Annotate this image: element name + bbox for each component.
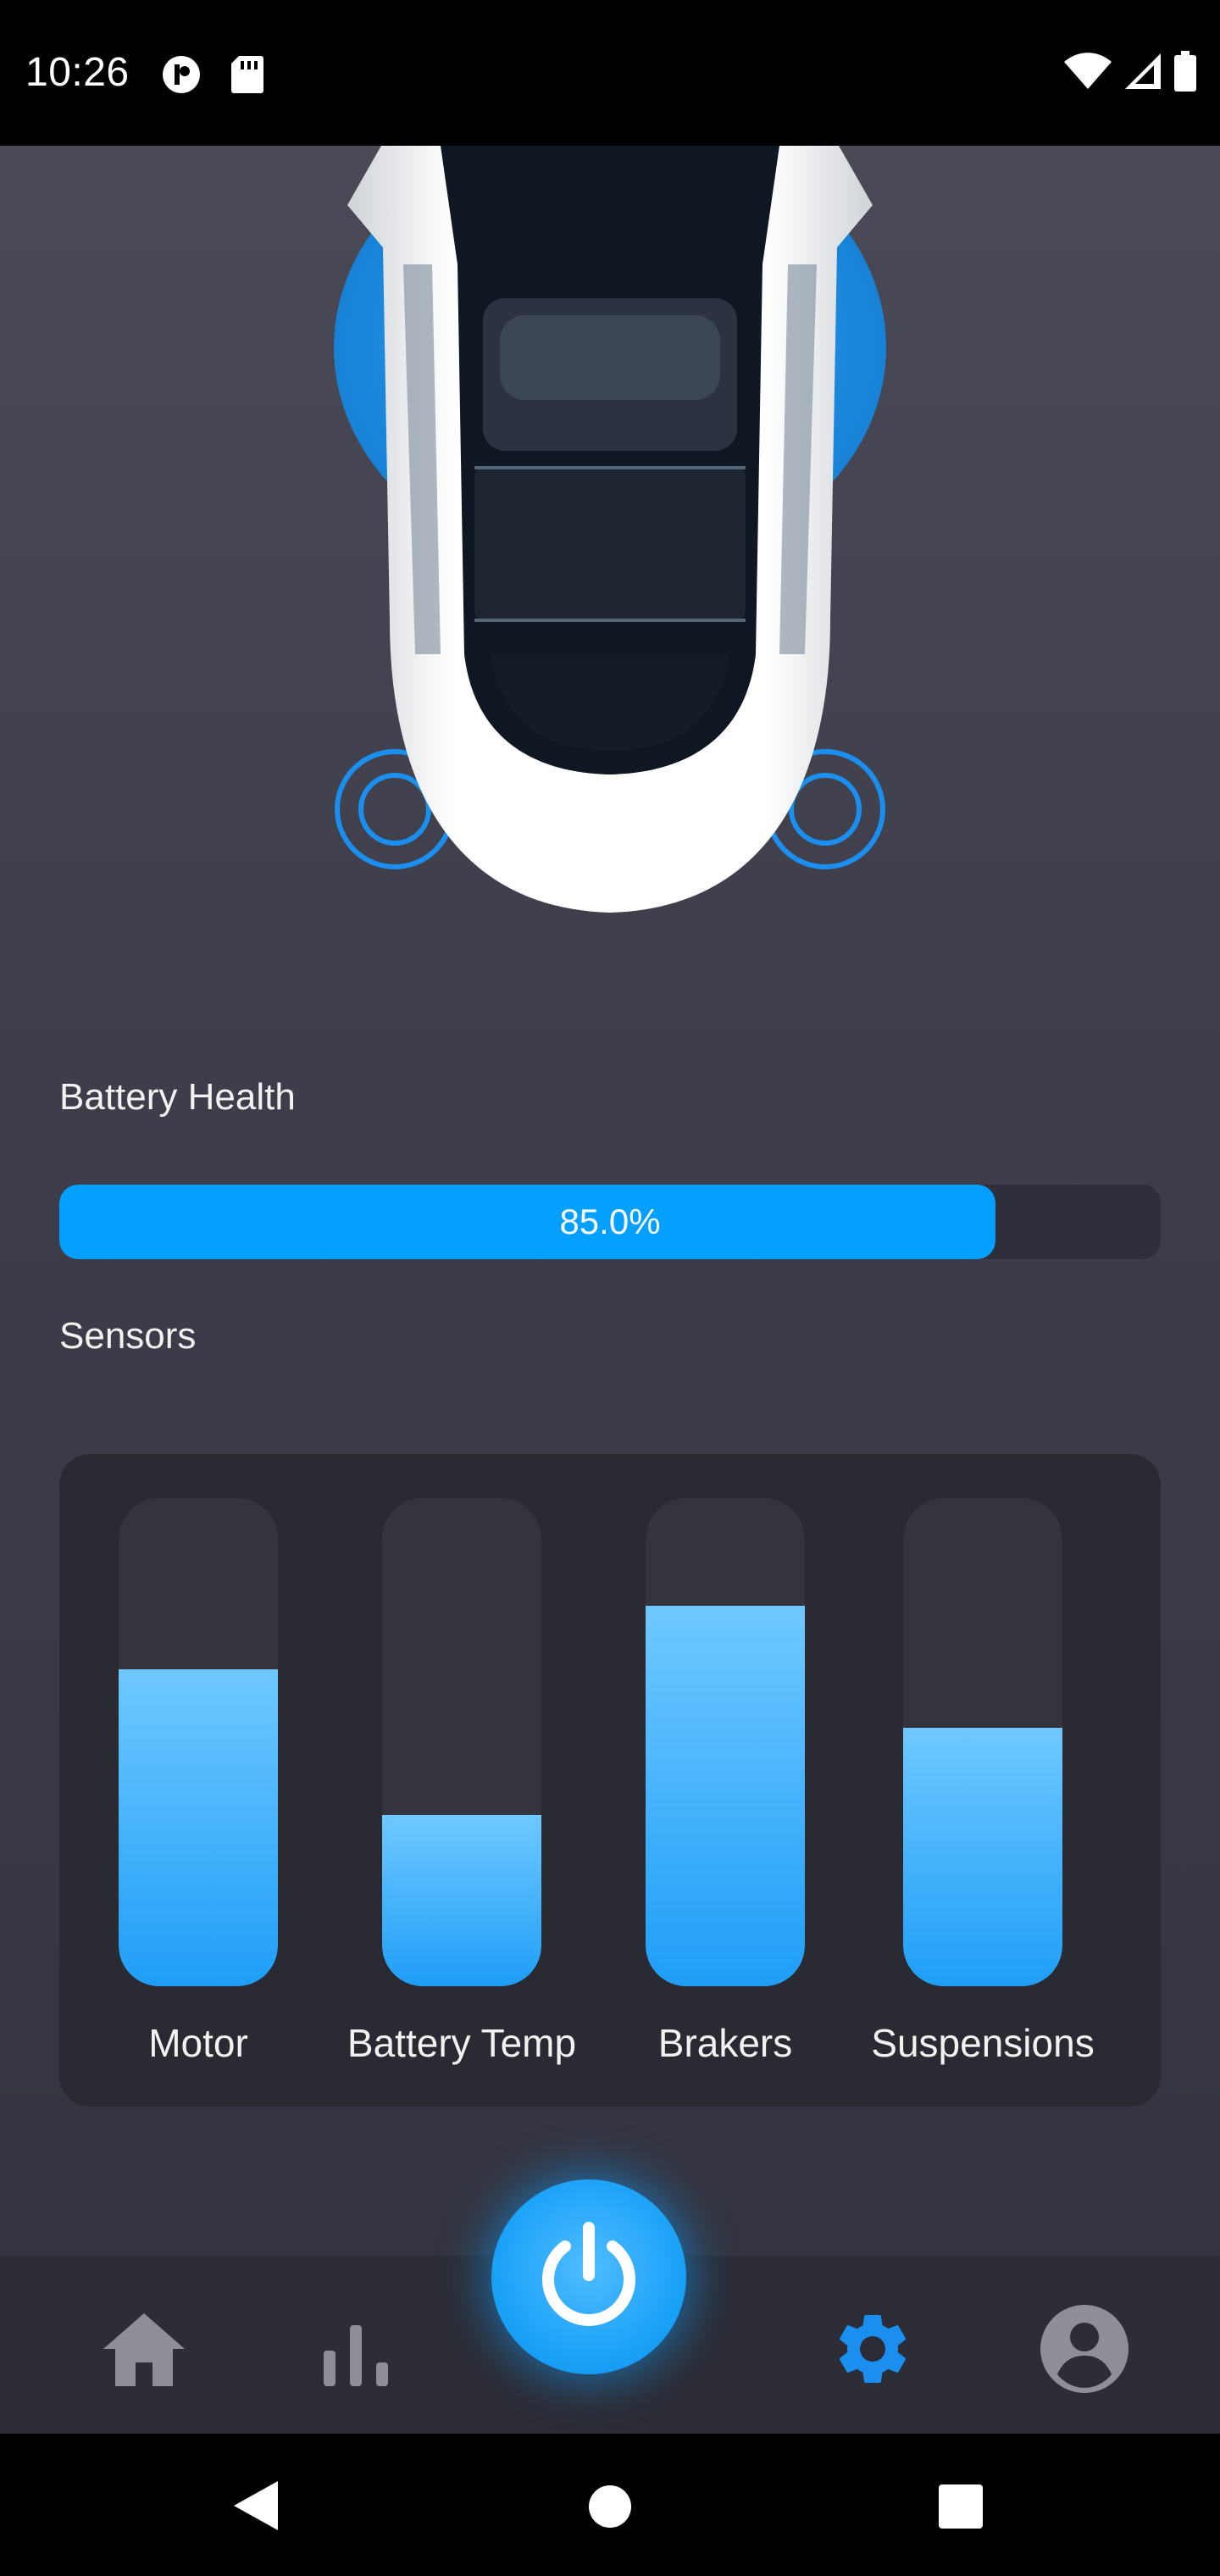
- battery-health-value: 85.0%: [559, 1202, 661, 1241]
- system-navigation-bar: [0, 2434, 1220, 2576]
- battery-icon: [1174, 51, 1196, 96]
- sensor-battery-temp-label: Battery Temp: [347, 2021, 577, 2065]
- sensors-panel: Motor Battery Temp Brakers Suspensions: [59, 1454, 1161, 2107]
- home-icon[interactable]: [103, 2313, 185, 2390]
- sensor-fill: [646, 1605, 805, 1986]
- power-button[interactable]: [491, 2179, 686, 2374]
- sd-card-icon: [230, 54, 271, 95]
- sensor-battery-temp-bar: [382, 1498, 541, 1986]
- account-icon[interactable]: [1040, 2305, 1128, 2397]
- status-time: 10:26: [25, 50, 130, 95]
- battery-health-label: Battery Health: [59, 1076, 296, 1118]
- home-circle-icon[interactable]: [588, 2484, 632, 2533]
- sensor-suspensions-bar: [903, 1498, 1062, 1986]
- status-bar: 10:26: [0, 0, 1220, 146]
- sensor-fill: [903, 1727, 1062, 1986]
- app-notification-icon: [161, 54, 202, 95]
- cellular-signal-icon: [1123, 52, 1162, 95]
- battery-health-progress: 85.0%: [59, 1185, 1161, 1259]
- status-icons: [1064, 51, 1196, 96]
- wifi-icon: [1064, 52, 1112, 95]
- settings-icon[interactable]: [830, 2307, 915, 2396]
- sensors-label: Sensors: [59, 1315, 197, 1357]
- sensor-suspensions-label: Suspensions: [871, 2021, 1095, 2065]
- stats-icon[interactable]: [324, 2325, 388, 2390]
- sensor-motor-label: Motor: [148, 2021, 248, 2065]
- power-icon: [530, 2216, 648, 2339]
- dashboard-content: Battery Health 85.0% Sensors Motor Batte…: [0, 146, 1220, 2256]
- sensor-fill: [119, 1668, 278, 1986]
- recents-icon[interactable]: [939, 2484, 983, 2533]
- sensor-brakers-label: Brakers: [657, 2021, 793, 2065]
- sensor-motor-bar: [119, 1498, 278, 1986]
- sensor-brakers-bar: [646, 1498, 805, 1986]
- car-top-view-image: [322, 146, 898, 925]
- back-icon[interactable]: [234, 2481, 278, 2534]
- sensor-fill: [382, 1815, 541, 1986]
